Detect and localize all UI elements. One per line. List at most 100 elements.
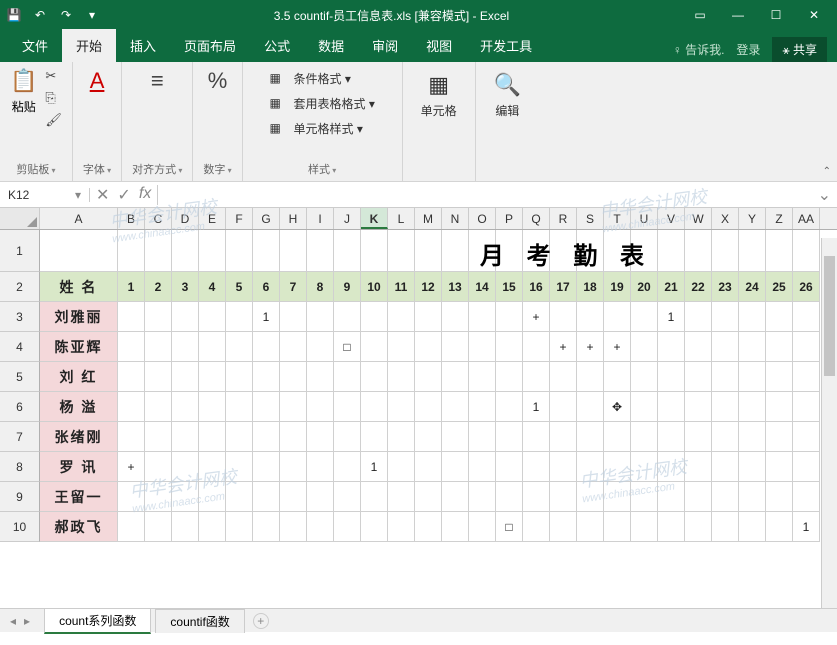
data-cell[interactable] [685,392,712,422]
column-header-I[interactable]: I [307,208,334,229]
data-cell[interactable] [118,392,145,422]
align-icon[interactable]: ≡ [151,68,164,94]
sheet-tab-0[interactable]: count系列函数 [44,608,151,634]
cell[interactable] [415,230,442,272]
data-cell[interactable] [685,482,712,512]
data-cell[interactable] [577,452,604,482]
cell[interactable] [712,230,739,272]
row-header-6[interactable]: 6 [0,392,40,422]
cell[interactable] [118,230,145,272]
data-cell[interactable] [469,362,496,392]
data-cell[interactable] [631,362,658,392]
data-cell[interactable] [712,512,739,542]
data-cell[interactable] [172,512,199,542]
cell[interactable] [685,230,712,272]
data-cell[interactable] [361,302,388,332]
data-cell[interactable] [739,482,766,512]
vertical-scrollbar[interactable] [821,238,837,608]
column-header-J[interactable]: J [334,208,361,229]
data-cell[interactable] [658,392,685,422]
name-cell[interactable]: 刘雅丽 [40,302,118,332]
data-cell[interactable] [766,302,793,332]
data-cell[interactable] [631,452,658,482]
data-cell[interactable] [145,332,172,362]
data-cell[interactable] [172,422,199,452]
data-cell[interactable]: 1 [361,452,388,482]
name-cell[interactable]: 王留一 [40,482,118,512]
maximize-icon[interactable]: ☐ [758,2,794,28]
data-cell[interactable] [631,422,658,452]
data-cell[interactable] [766,512,793,542]
data-cell[interactable] [415,362,442,392]
data-cell[interactable] [199,512,226,542]
share-button[interactable]: ⚹ 共享 [772,37,827,62]
data-cell[interactable] [253,392,280,422]
data-cell[interactable] [280,302,307,332]
data-cell[interactable] [361,422,388,452]
data-cell[interactable] [739,332,766,362]
data-cell[interactable] [307,302,334,332]
copy-icon[interactable]: ⎘ [45,90,62,106]
data-cell[interactable] [442,512,469,542]
sheet-nav-next-icon[interactable]: ▸ [24,614,30,628]
cell[interactable] [766,230,793,272]
data-cell[interactable] [793,392,820,422]
data-cell[interactable]: □ [334,332,361,362]
data-cell[interactable] [307,452,334,482]
data-cell[interactable] [415,302,442,332]
data-cell[interactable] [388,422,415,452]
column-header-M[interactable]: M [415,208,442,229]
data-cell[interactable] [307,362,334,392]
conditional-format-button[interactable]: ▦条件格式 ▾ [265,68,378,89]
header-cell[interactable]: 6 [253,272,280,302]
data-cell[interactable] [766,482,793,512]
name-box[interactable]: K12▾ [0,188,90,202]
tab-developer[interactable]: 开发工具 [466,29,546,62]
data-cell[interactable] [361,392,388,422]
cancel-formula-icon[interactable]: ✕ [96,185,109,205]
header-cell[interactable]: 11 [388,272,415,302]
column-header-Z[interactable]: Z [766,208,793,229]
data-cell[interactable] [469,452,496,482]
data-cell[interactable] [793,362,820,392]
column-header-T[interactable]: T [604,208,631,229]
data-cell[interactable] [658,422,685,452]
data-cell[interactable] [793,332,820,362]
column-header-A[interactable]: A [40,208,118,229]
data-cell[interactable] [415,452,442,482]
header-cell[interactable]: 23 [712,272,739,302]
column-header-N[interactable]: N [442,208,469,229]
data-cell[interactable] [253,482,280,512]
data-cell[interactable] [739,512,766,542]
data-cell[interactable] [334,512,361,542]
row-header-9[interactable]: 9 [0,482,40,512]
data-cell[interactable] [361,512,388,542]
data-cell[interactable]: 1 [658,302,685,332]
data-cell[interactable] [415,512,442,542]
data-cell[interactable] [496,452,523,482]
data-cell[interactable] [280,452,307,482]
data-cell[interactable] [334,302,361,332]
cell-styles-button[interactable]: ▦单元格样式 ▾ [265,118,378,139]
data-cell[interactable] [739,392,766,422]
data-cell[interactable] [739,362,766,392]
data-cell[interactable] [712,392,739,422]
data-cell[interactable] [145,482,172,512]
accept-formula-icon[interactable]: ✓ [117,185,130,205]
data-cell[interactable] [793,482,820,512]
data-cell[interactable] [145,362,172,392]
data-cell[interactable] [280,512,307,542]
header-cell[interactable]: 26 [793,272,820,302]
header-cell[interactable]: 16 [523,272,550,302]
data-cell[interactable] [172,332,199,362]
data-cell[interactable] [334,362,361,392]
signin-link[interactable]: 登录 [736,41,760,58]
header-cell[interactable]: 14 [469,272,496,302]
data-cell[interactable] [253,452,280,482]
cell[interactable] [199,230,226,272]
data-cell[interactable] [604,362,631,392]
data-cell[interactable] [226,482,253,512]
data-cell[interactable] [658,452,685,482]
data-cell[interactable] [550,422,577,452]
data-cell[interactable] [442,482,469,512]
